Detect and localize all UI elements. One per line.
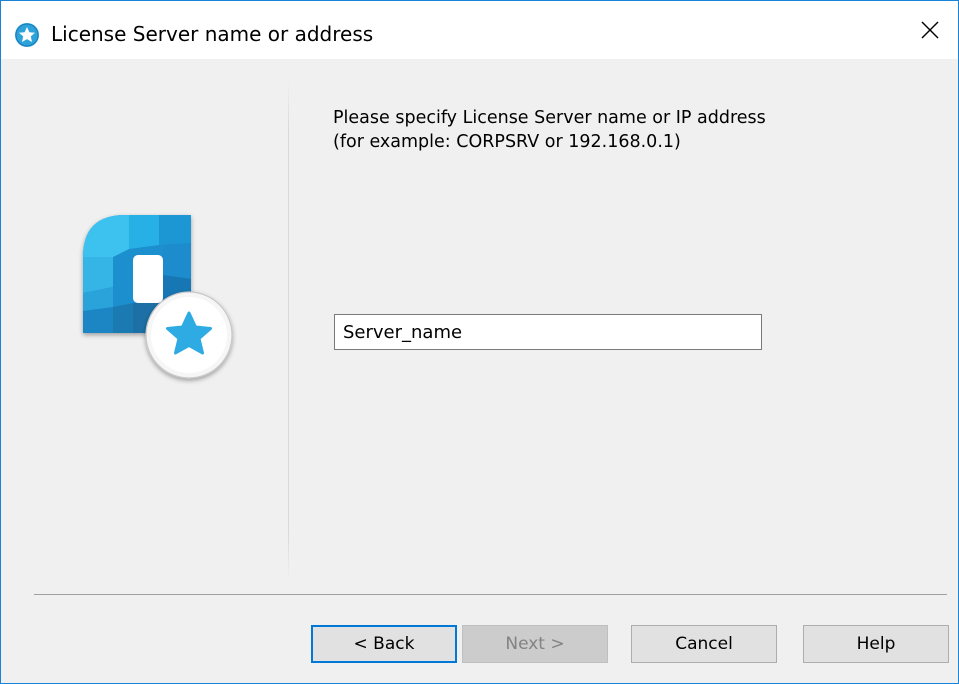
help-button[interactable]: Help — [803, 625, 949, 663]
license-server-logo-icon — [83, 215, 233, 379]
close-icon — [921, 21, 939, 39]
vertical-divider — [288, 81, 289, 581]
title-bar: License Server name or address — [1, 1, 958, 59]
dialog-window: License Server name or address Please sp… — [0, 0, 959, 684]
server-name-input[interactable] — [334, 314, 762, 350]
dialog-content: Please specify License Server name or IP… — [1, 59, 958, 683]
instruction-line-2: (for example: CORPSRV or 192.168.0.1) — [333, 132, 681, 152]
close-button[interactable] — [902, 1, 958, 59]
cancel-button[interactable]: Cancel — [631, 625, 777, 663]
instruction-line-1: Please specify License Server name or IP… — [333, 108, 766, 128]
back-button[interactable]: < Back — [311, 625, 457, 663]
next-button[interactable]: Next > — [462, 625, 608, 663]
instructions: Please specify License Server name or IP… — [333, 106, 766, 154]
star-badge-icon — [15, 23, 39, 47]
window-title: License Server name or address — [51, 22, 374, 46]
horizontal-divider — [34, 594, 947, 595]
